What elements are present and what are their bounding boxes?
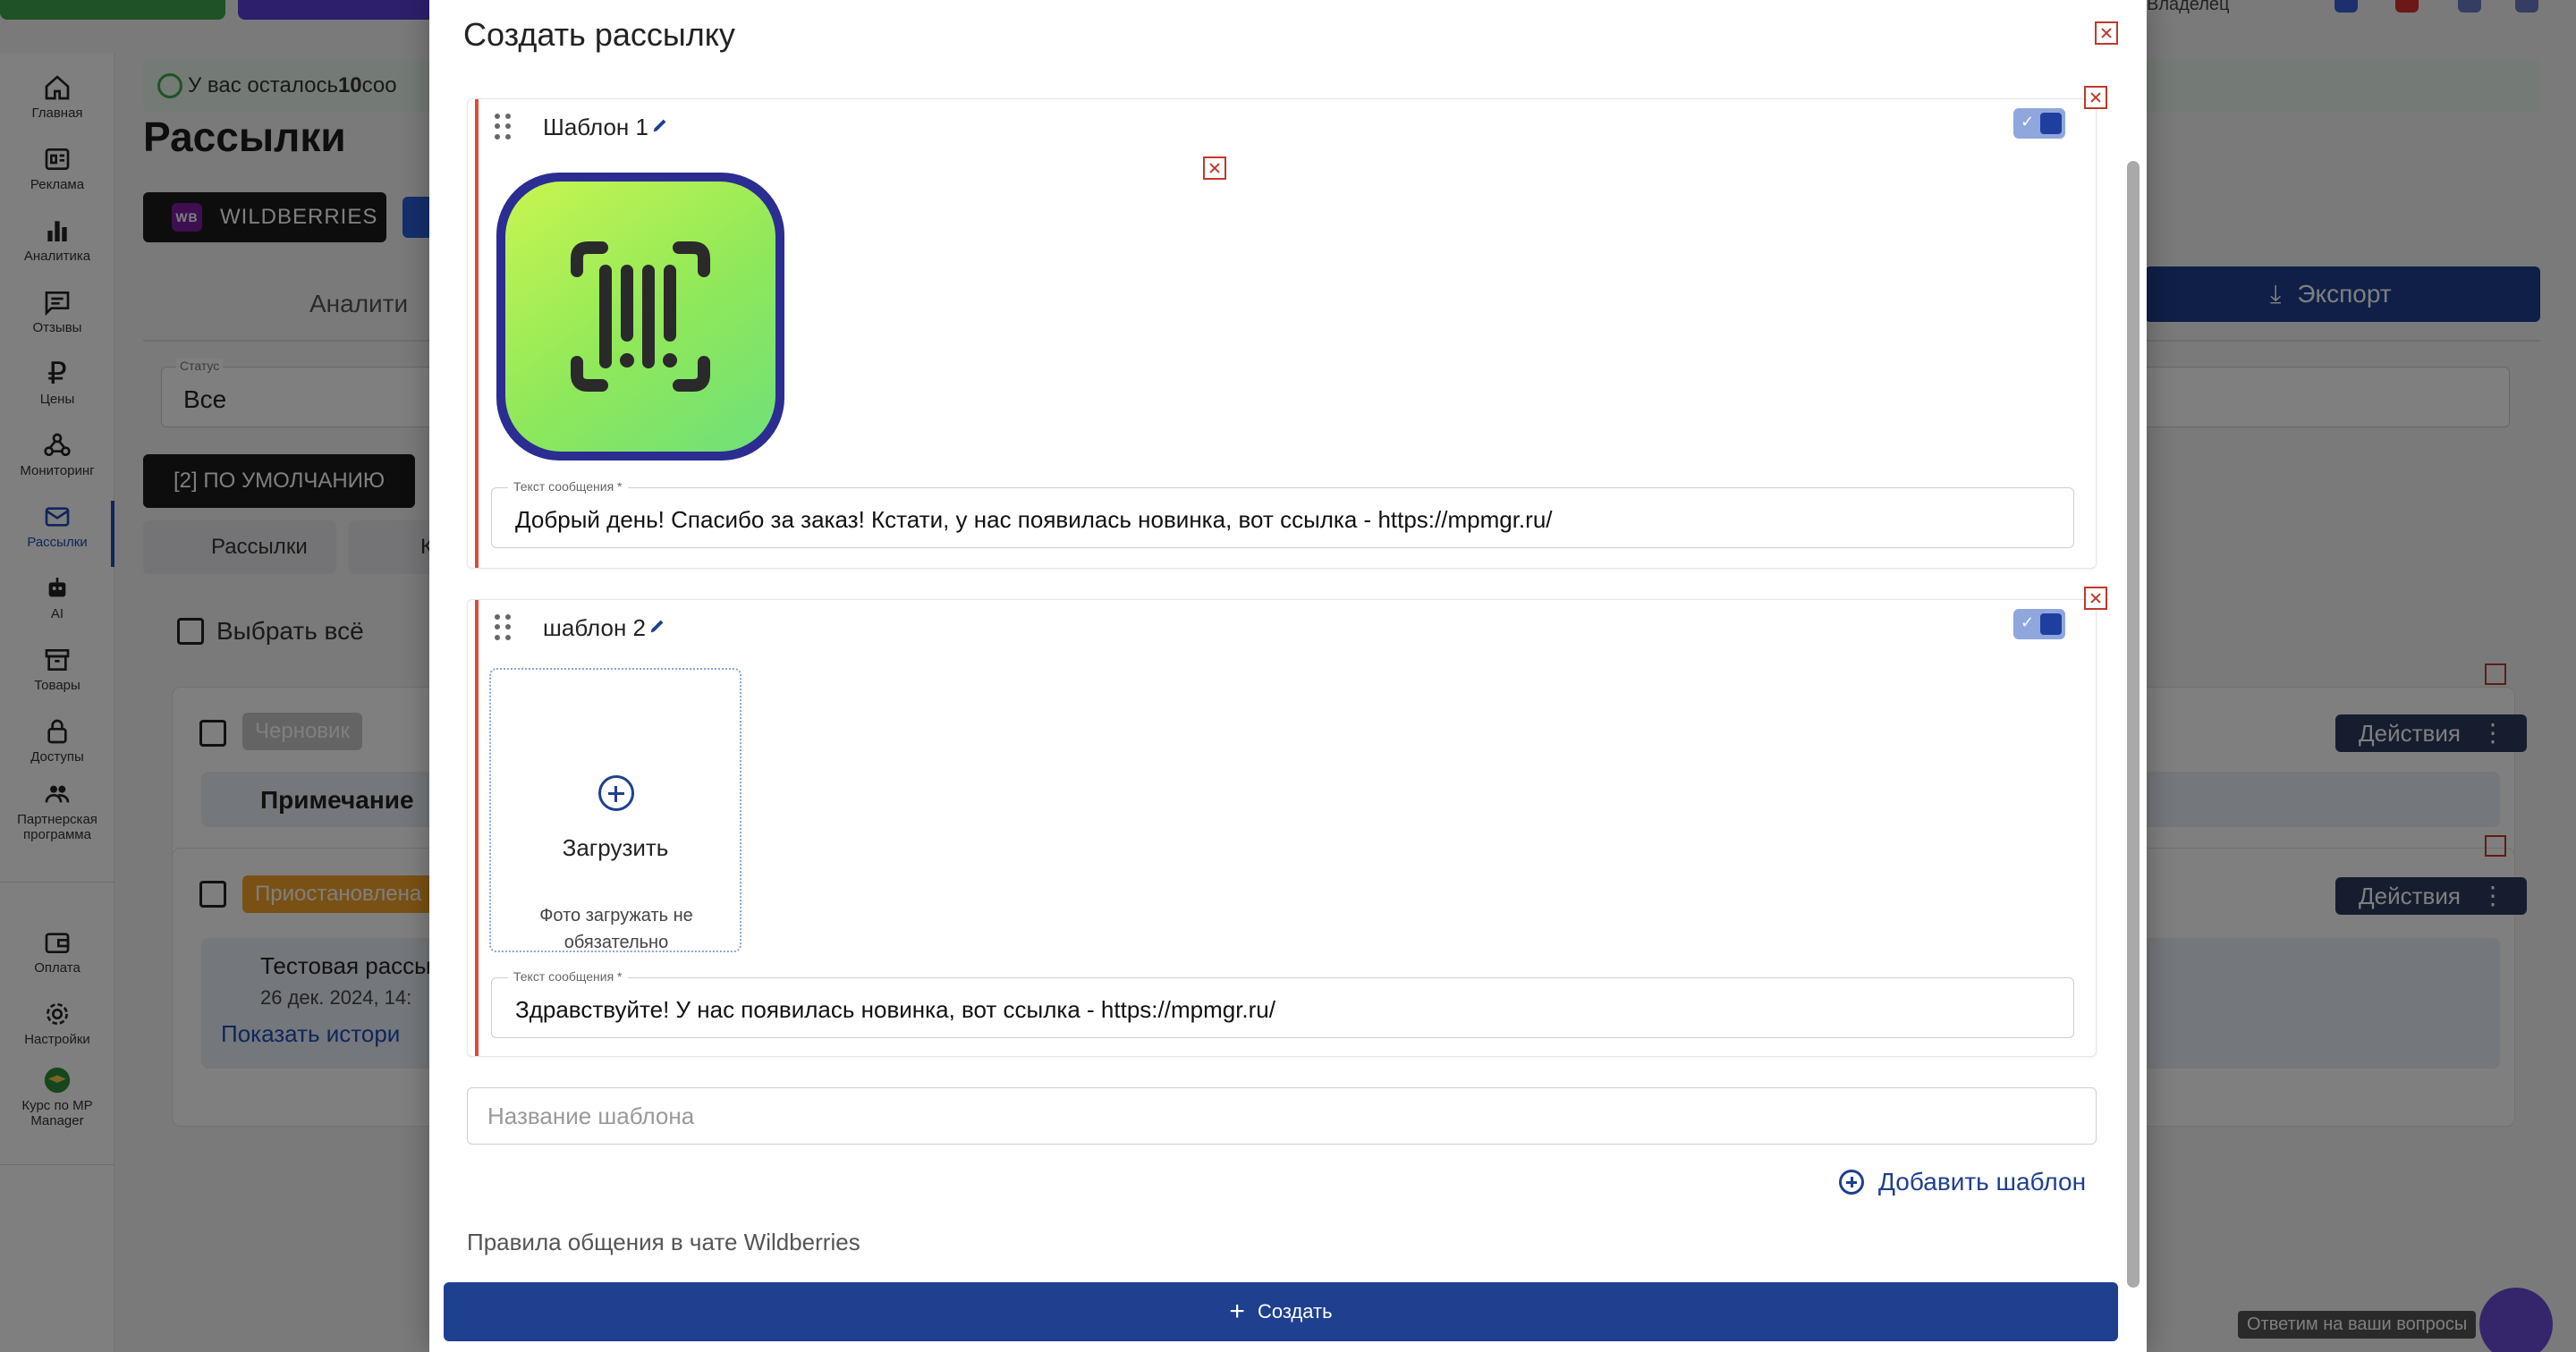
template-accent-bar: [475, 600, 479, 1056]
remove-image-icon[interactable]: [1203, 156, 1226, 180]
template-card-2: шаблон 2 ✓ Загрузить Фото загружать не о…: [467, 599, 2097, 1057]
template-name-text: Шаблон 1: [543, 114, 648, 140]
message-text-field[interactable]: Текст сообщения * Добрый день! Спасибо з…: [491, 479, 2074, 548]
template-accent-bar: [475, 99, 479, 568]
toggle-knob: [2040, 613, 2062, 635]
create-label: Создать: [1257, 1300, 1333, 1322]
check-icon: ✓: [2021, 113, 2035, 131]
template-toggle[interactable]: ✓: [2013, 609, 2065, 639]
edit-pencil-icon[interactable]: [650, 114, 670, 141]
message-value: Добрый день! Спасибо за заказ! Кстати, у…: [515, 506, 1553, 533]
template-name-text: шаблон 2: [543, 614, 647, 641]
message-label: Текст сообщения *: [508, 479, 628, 494]
plus-circle-icon: [598, 775, 634, 811]
barcode-scanner-icon: [571, 241, 710, 392]
template-name: Шаблон 1: [543, 114, 670, 141]
add-template-label: Добавить шаблон: [1878, 1168, 2087, 1196]
template-card-1: Шаблон 1 ✓ Текст сообщения * Добрый день…: [467, 98, 2097, 569]
add-template-button[interactable]: Добавить шаблон: [1839, 1168, 2086, 1196]
drag-handle-icon[interactable]: [495, 614, 516, 641]
drag-handle-icon[interactable]: [495, 114, 516, 140]
edit-pencil-icon[interactable]: [648, 614, 667, 642]
template-image: [496, 173, 784, 461]
delete-template-icon[interactable]: [2084, 86, 2107, 109]
check-icon: ✓: [2021, 613, 2035, 631]
upload-hint: Фото загружать не обязательно: [539, 906, 693, 952]
message-value: Здравствуйте! У нас появилась новинка, в…: [515, 996, 1275, 1023]
plus-circle-icon: [1839, 1170, 1864, 1195]
upload-label: Загрузить: [562, 834, 669, 861]
toggle-knob: [2040, 113, 2062, 134]
create-button[interactable]: + Создать: [444, 1282, 2118, 1341]
chat-rules-link[interactable]: Правила общения в чате Wildberries: [467, 1229, 860, 1256]
message-label: Текст сообщения *: [508, 969, 628, 984]
template-name: шаблон 2: [543, 614, 667, 642]
create-mailing-modal: Создать рассылку Шаблон 1 ✓ Текст сообще…: [429, 0, 2147, 1352]
image-upload-area[interactable]: Загрузить Фото загружать не обязательно: [489, 668, 741, 952]
template-name-input[interactable]: [467, 1087, 2097, 1145]
plus-icon: +: [1229, 1297, 1245, 1326]
modal-close-icon[interactable]: [2095, 21, 2118, 45]
template-toggle[interactable]: ✓: [2013, 108, 2065, 139]
message-text-field[interactable]: Текст сообщения * Здравствуйте! У нас по…: [491, 969, 2074, 1038]
modal-title: Создать рассылку: [463, 16, 735, 53]
modal-scrollbar[interactable]: [2127, 161, 2140, 1288]
delete-template-icon[interactable]: [2084, 587, 2107, 610]
